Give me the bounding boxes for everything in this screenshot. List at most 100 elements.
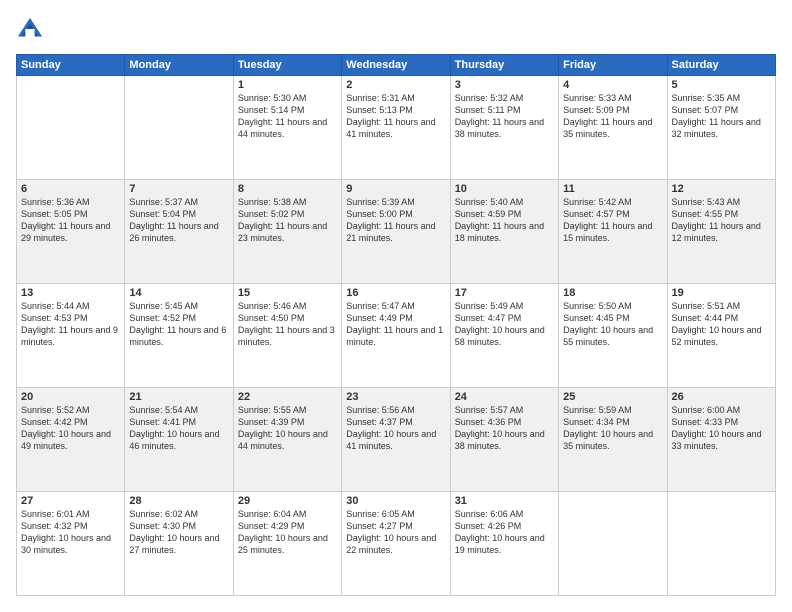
calendar-week-3: 20Sunrise: 5:52 AM Sunset: 4:42 PM Dayli…	[17, 388, 776, 492]
calendar-cell: 31Sunrise: 6:06 AM Sunset: 4:26 PM Dayli…	[450, 492, 558, 596]
calendar-cell: 10Sunrise: 5:40 AM Sunset: 4:59 PM Dayli…	[450, 180, 558, 284]
calendar-cell: 11Sunrise: 5:42 AM Sunset: 4:57 PM Dayli…	[559, 180, 667, 284]
logo-icon	[16, 16, 44, 44]
day-info: Sunrise: 5:47 AM Sunset: 4:49 PM Dayligh…	[346, 300, 445, 349]
calendar-cell: 7Sunrise: 5:37 AM Sunset: 5:04 PM Daylig…	[125, 180, 233, 284]
day-info: Sunrise: 5:59 AM Sunset: 4:34 PM Dayligh…	[563, 404, 662, 453]
day-info: Sunrise: 5:37 AM Sunset: 5:04 PM Dayligh…	[129, 196, 228, 245]
day-info: Sunrise: 5:35 AM Sunset: 5:07 PM Dayligh…	[672, 92, 771, 141]
calendar-cell: 25Sunrise: 5:59 AM Sunset: 4:34 PM Dayli…	[559, 388, 667, 492]
calendar-table: SundayMondayTuesdayWednesdayThursdayFrid…	[16, 54, 776, 596]
day-number: 4	[563, 79, 662, 91]
header	[16, 16, 776, 44]
calendar-cell: 26Sunrise: 6:00 AM Sunset: 4:33 PM Dayli…	[667, 388, 775, 492]
calendar-cell: 3Sunrise: 5:32 AM Sunset: 5:11 PM Daylig…	[450, 76, 558, 180]
calendar-week-2: 13Sunrise: 5:44 AM Sunset: 4:53 PM Dayli…	[17, 284, 776, 388]
calendar-cell	[125, 76, 233, 180]
calendar-cell: 1Sunrise: 5:30 AM Sunset: 5:14 PM Daylig…	[233, 76, 341, 180]
day-number: 18	[563, 287, 662, 299]
day-info: Sunrise: 5:46 AM Sunset: 4:50 PM Dayligh…	[238, 300, 337, 349]
day-info: Sunrise: 5:30 AM Sunset: 5:14 PM Dayligh…	[238, 92, 337, 141]
calendar-cell: 20Sunrise: 5:52 AM Sunset: 4:42 PM Dayli…	[17, 388, 125, 492]
calendar-week-1: 6Sunrise: 5:36 AM Sunset: 5:05 PM Daylig…	[17, 180, 776, 284]
calendar-cell: 4Sunrise: 5:33 AM Sunset: 5:09 PM Daylig…	[559, 76, 667, 180]
calendar-cell: 22Sunrise: 5:55 AM Sunset: 4:39 PM Dayli…	[233, 388, 341, 492]
day-info: Sunrise: 6:02 AM Sunset: 4:30 PM Dayligh…	[129, 508, 228, 557]
calendar-cell	[667, 492, 775, 596]
calendar-cell: 8Sunrise: 5:38 AM Sunset: 5:02 PM Daylig…	[233, 180, 341, 284]
day-number: 10	[455, 183, 554, 195]
day-info: Sunrise: 6:04 AM Sunset: 4:29 PM Dayligh…	[238, 508, 337, 557]
day-info: Sunrise: 5:45 AM Sunset: 4:52 PM Dayligh…	[129, 300, 228, 349]
day-number: 23	[346, 391, 445, 403]
day-info: Sunrise: 5:31 AM Sunset: 5:13 PM Dayligh…	[346, 92, 445, 141]
calendar-cell	[559, 492, 667, 596]
calendar-cell: 23Sunrise: 5:56 AM Sunset: 4:37 PM Dayli…	[342, 388, 450, 492]
calendar-cell: 28Sunrise: 6:02 AM Sunset: 4:30 PM Dayli…	[125, 492, 233, 596]
day-number: 9	[346, 183, 445, 195]
day-number: 27	[21, 495, 120, 507]
day-info: Sunrise: 5:50 AM Sunset: 4:45 PM Dayligh…	[563, 300, 662, 349]
calendar-cell: 18Sunrise: 5:50 AM Sunset: 4:45 PM Dayli…	[559, 284, 667, 388]
calendar-header-monday: Monday	[125, 55, 233, 76]
calendar-header-wednesday: Wednesday	[342, 55, 450, 76]
day-number: 29	[238, 495, 337, 507]
calendar-cell: 5Sunrise: 5:35 AM Sunset: 5:07 PM Daylig…	[667, 76, 775, 180]
day-number: 3	[455, 79, 554, 91]
calendar-cell: 15Sunrise: 5:46 AM Sunset: 4:50 PM Dayli…	[233, 284, 341, 388]
day-number: 11	[563, 183, 662, 195]
calendar-header-friday: Friday	[559, 55, 667, 76]
day-number: 20	[21, 391, 120, 403]
calendar-cell: 24Sunrise: 5:57 AM Sunset: 4:36 PM Dayli…	[450, 388, 558, 492]
calendar-cell: 2Sunrise: 5:31 AM Sunset: 5:13 PM Daylig…	[342, 76, 450, 180]
calendar-cell: 16Sunrise: 5:47 AM Sunset: 4:49 PM Dayli…	[342, 284, 450, 388]
day-info: Sunrise: 6:00 AM Sunset: 4:33 PM Dayligh…	[672, 404, 771, 453]
calendar-week-4: 27Sunrise: 6:01 AM Sunset: 4:32 PM Dayli…	[17, 492, 776, 596]
day-number: 24	[455, 391, 554, 403]
day-info: Sunrise: 6:01 AM Sunset: 4:32 PM Dayligh…	[21, 508, 120, 557]
day-number: 15	[238, 287, 337, 299]
day-number: 2	[346, 79, 445, 91]
calendar-week-0: 1Sunrise: 5:30 AM Sunset: 5:14 PM Daylig…	[17, 76, 776, 180]
logo	[16, 16, 46, 44]
calendar-cell: 19Sunrise: 5:51 AM Sunset: 4:44 PM Dayli…	[667, 284, 775, 388]
day-info: Sunrise: 5:49 AM Sunset: 4:47 PM Dayligh…	[455, 300, 554, 349]
day-info: Sunrise: 5:36 AM Sunset: 5:05 PM Dayligh…	[21, 196, 120, 245]
day-info: Sunrise: 6:05 AM Sunset: 4:27 PM Dayligh…	[346, 508, 445, 557]
page: SundayMondayTuesdayWednesdayThursdayFrid…	[0, 0, 792, 612]
calendar-cell	[17, 76, 125, 180]
day-number: 21	[129, 391, 228, 403]
calendar-cell: 13Sunrise: 5:44 AM Sunset: 4:53 PM Dayli…	[17, 284, 125, 388]
day-number: 19	[672, 287, 771, 299]
day-number: 14	[129, 287, 228, 299]
day-number: 5	[672, 79, 771, 91]
day-info: Sunrise: 5:54 AM Sunset: 4:41 PM Dayligh…	[129, 404, 228, 453]
day-number: 16	[346, 287, 445, 299]
day-number: 7	[129, 183, 228, 195]
calendar-cell: 9Sunrise: 5:39 AM Sunset: 5:00 PM Daylig…	[342, 180, 450, 284]
calendar-cell: 17Sunrise: 5:49 AM Sunset: 4:47 PM Dayli…	[450, 284, 558, 388]
day-number: 28	[129, 495, 228, 507]
day-info: Sunrise: 5:55 AM Sunset: 4:39 PM Dayligh…	[238, 404, 337, 453]
day-info: Sunrise: 6:06 AM Sunset: 4:26 PM Dayligh…	[455, 508, 554, 557]
day-number: 25	[563, 391, 662, 403]
calendar-cell: 30Sunrise: 6:05 AM Sunset: 4:27 PM Dayli…	[342, 492, 450, 596]
calendar-cell: 12Sunrise: 5:43 AM Sunset: 4:55 PM Dayli…	[667, 180, 775, 284]
day-info: Sunrise: 5:43 AM Sunset: 4:55 PM Dayligh…	[672, 196, 771, 245]
day-number: 17	[455, 287, 554, 299]
day-info: Sunrise: 5:39 AM Sunset: 5:00 PM Dayligh…	[346, 196, 445, 245]
day-number: 30	[346, 495, 445, 507]
day-info: Sunrise: 5:40 AM Sunset: 4:59 PM Dayligh…	[455, 196, 554, 245]
day-info: Sunrise: 5:42 AM Sunset: 4:57 PM Dayligh…	[563, 196, 662, 245]
day-info: Sunrise: 5:32 AM Sunset: 5:11 PM Dayligh…	[455, 92, 554, 141]
day-number: 13	[21, 287, 120, 299]
day-number: 26	[672, 391, 771, 403]
calendar-cell: 6Sunrise: 5:36 AM Sunset: 5:05 PM Daylig…	[17, 180, 125, 284]
day-info: Sunrise: 5:56 AM Sunset: 4:37 PM Dayligh…	[346, 404, 445, 453]
day-number: 1	[238, 79, 337, 91]
day-number: 12	[672, 183, 771, 195]
day-number: 22	[238, 391, 337, 403]
day-number: 6	[21, 183, 120, 195]
calendar-cell: 29Sunrise: 6:04 AM Sunset: 4:29 PM Dayli…	[233, 492, 341, 596]
calendar-cell: 21Sunrise: 5:54 AM Sunset: 4:41 PM Dayli…	[125, 388, 233, 492]
